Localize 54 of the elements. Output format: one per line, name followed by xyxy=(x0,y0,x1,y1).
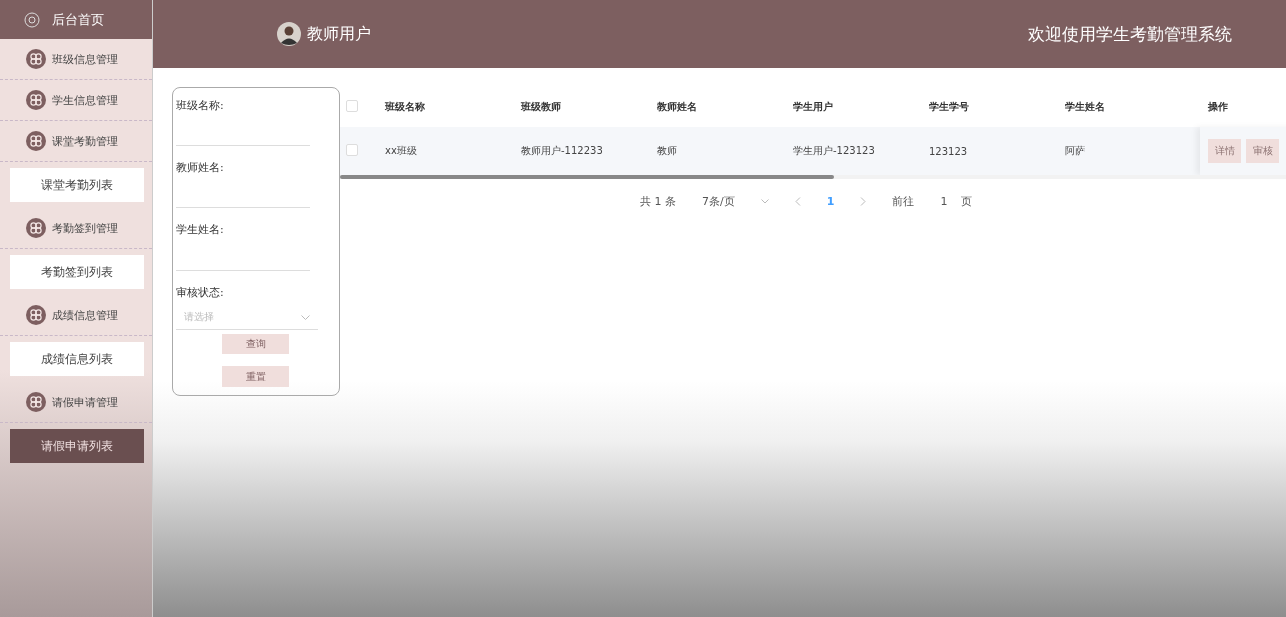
checkbox[interactable] xyxy=(346,100,358,112)
page-size-select[interactable]: 7条/页 xyxy=(702,194,735,209)
chevron-left-icon[interactable] xyxy=(794,197,801,206)
goto-page-field[interactable]: 1 xyxy=(940,195,948,208)
flower-icon xyxy=(26,131,46,151)
menu-group[interactable]: 请假申请管理 xyxy=(0,382,152,423)
submenu-item[interactable]: 课堂考勤列表 xyxy=(10,168,144,202)
home-menu-item[interactable]: 后台首页 xyxy=(0,0,152,39)
target-icon xyxy=(24,11,40,28)
flower-icon xyxy=(26,218,46,238)
column-header: 学生学号 xyxy=(928,87,1064,127)
filter-label: 审核状态: xyxy=(176,284,225,301)
menu-group[interactable]: 班级信息管理 xyxy=(0,39,152,80)
goto-label: 前往 xyxy=(892,194,915,209)
reset-button[interactable]: 重置 xyxy=(222,366,289,387)
scrollbar-thumb[interactable] xyxy=(340,175,834,179)
flower-icon xyxy=(26,49,46,69)
flower-icon xyxy=(26,90,46,110)
menu-group[interactable]: 成绩信息管理 xyxy=(0,295,152,336)
filter-label: 学生姓名: xyxy=(176,222,225,239)
details-button[interactable]: 详情 xyxy=(1208,139,1241,163)
filter-label: 班级名称: xyxy=(176,98,225,114)
submenu-item[interactable]: 请假申请列表 xyxy=(10,429,144,463)
search-button[interactable]: 查询 xyxy=(222,333,289,355)
total-count: 共 1 条 xyxy=(640,194,676,209)
column-header: 班级名称 xyxy=(384,87,520,127)
chevron-down-icon xyxy=(760,199,769,204)
flower-icon xyxy=(26,392,46,412)
chevron-right-icon[interactable] xyxy=(860,197,867,206)
column-header: 操作 xyxy=(1200,87,1286,127)
column-header: 学生用户 xyxy=(792,87,928,127)
table-cell: 学生用户-123123 xyxy=(792,127,928,175)
avatar-icon xyxy=(277,22,301,46)
checkbox[interactable] xyxy=(346,144,358,156)
column-header: 学生姓名 xyxy=(1064,87,1200,127)
review-button[interactable]: 审核 xyxy=(1246,139,1279,163)
page-unit: 页 xyxy=(961,194,973,209)
menu-group[interactable]: 学生信息管理 xyxy=(0,80,152,121)
table-cell: 教师用户-112233 xyxy=(520,127,656,175)
user-name: 教师用户 xyxy=(307,23,371,45)
table-cell: 阿萨 xyxy=(1064,127,1200,175)
system-title: 欢迎使用学生考勤管理系统 xyxy=(1028,22,1232,46)
chevron-down-icon xyxy=(301,314,310,320)
menu-group[interactable]: 课堂考勤管理 xyxy=(0,121,152,162)
submenu-item[interactable]: 成绩信息列表 xyxy=(10,342,144,376)
table-cell: 123123 xyxy=(928,127,1064,175)
column-header: 班级教师 xyxy=(520,87,656,127)
table-cell: 教师 xyxy=(656,127,792,175)
filter-label: 教师姓名: xyxy=(176,160,225,177)
menu-group[interactable]: 考勤签到管理 xyxy=(0,208,152,249)
flower-icon xyxy=(26,305,46,325)
table-cell: xx班级 xyxy=(384,127,520,175)
submenu-item[interactable]: 考勤签到列表 xyxy=(10,255,144,289)
column-header: 教师姓名 xyxy=(656,87,792,127)
